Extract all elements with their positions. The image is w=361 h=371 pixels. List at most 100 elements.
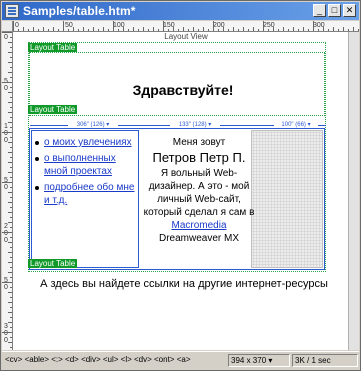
ruler-tick: [28, 29, 29, 31]
ruler-tick: [8, 342, 12, 343]
ruler-tick: [8, 202, 12, 203]
ruler-tick: [8, 102, 12, 103]
ruler-tick: [193, 27, 194, 31]
bio-cell[interactable]: Меня зовут Петров Петр П. Я вольный Web-…: [141, 136, 257, 245]
ruler-tick: [2, 182, 12, 183]
ruler-tick: [2, 332, 12, 333]
ruler-tick: [258, 29, 259, 31]
bio-text: Я вольный Web-дизайнер. А это - мой личн…: [143, 168, 255, 218]
ruler-tick: [48, 29, 49, 31]
ruler-tick: [2, 32, 12, 33]
ruler-tick: [10, 217, 12, 218]
ruler-tick: [10, 147, 12, 148]
ruler-tick: [53, 27, 54, 31]
ruler-tick: [8, 252, 12, 253]
ruler-tick: [113, 21, 114, 31]
ruler-tick: [338, 29, 339, 31]
ruler-tick: [198, 29, 199, 31]
ruler-tick: [10, 237, 12, 238]
ruler-origin[interactable]: [2, 21, 13, 32]
ruler-tick: [10, 317, 12, 318]
status-bar: <cv> <able> <:> <d> <div> <ul> <l> <dv> …: [2, 351, 359, 370]
ruler-tick: [248, 29, 249, 31]
ruler-tick: [10, 207, 12, 208]
ruler-tick: [10, 97, 12, 98]
close-button[interactable]: ✕: [343, 4, 356, 17]
ruler-tick: [10, 287, 12, 288]
ruler-number: 0: [15, 22, 19, 29]
ruler-tick: [178, 29, 179, 31]
nav-link-hobbies[interactable]: о моих увлечениях: [44, 137, 132, 148]
macromedia-link[interactable]: Macromedia: [171, 220, 226, 231]
ruler-tick: [2, 132, 12, 133]
window-controls: _ □ ✕: [311, 4, 356, 18]
document-icon: [5, 4, 19, 18]
document-window: Samples/table.htm* _ □ ✕ 0 50 100 150 20…: [0, 0, 361, 371]
ruler-tick: [10, 157, 12, 158]
greeting-heading: Здравствуйте!: [132, 82, 234, 98]
ruler-tick: [268, 29, 269, 31]
ruler-number: 0: [4, 34, 8, 41]
ruler-tick: [10, 227, 12, 228]
tag-selector[interactable]: <cv> <able> <:> <d> <div> <ul> <l> <dv> …: [5, 355, 191, 364]
ruler-tick: [108, 29, 109, 31]
ruler-tick: [8, 222, 12, 223]
ruler-tick: [228, 29, 229, 31]
ruler-tick: [23, 27, 24, 31]
ruler-tick: [158, 29, 159, 31]
vertical-scrollbar[interactable]: [348, 32, 359, 350]
layout-table-tab[interactable]: Layout Table: [28, 105, 78, 114]
window-size-popup[interactable]: 394 x 370 ▾: [228, 354, 290, 367]
nav-link-projects[interactable]: о выполненных мной проектах: [44, 153, 116, 177]
ruler-tick: [10, 297, 12, 298]
bio-name: Петров Петр П.: [152, 150, 246, 165]
nav-link-about[interactable]: подробнее обо мне и т.д.: [44, 182, 134, 206]
vertical-ruler[interactable]: 0 5 0 1 0 0 5 0 2 0 0 5 0 3 0 0: [2, 32, 13, 350]
download-size: 3K / 1 sec: [292, 354, 358, 367]
maximize-button[interactable]: □: [328, 4, 341, 17]
ruler-tick: [168, 29, 169, 31]
ruler-tick: [288, 29, 289, 31]
ruler-tick: [8, 62, 12, 63]
ruler-tick: [348, 29, 349, 31]
horizontal-ruler[interactable]: 0 50 100 150 200 250 300: [13, 21, 359, 32]
ruler-tick: [188, 29, 189, 31]
ruler-tick: [10, 57, 12, 58]
ruler-tick: [8, 272, 12, 273]
ruler-tick: [163, 21, 164, 31]
ruler-tick: [10, 37, 12, 38]
ruler-tick: [8, 212, 12, 213]
ruler-number: 1: [4, 123, 8, 130]
empty-gray-cell[interactable]: [251, 130, 323, 268]
bio-product: Dreamweaver MX: [158, 233, 240, 244]
ruler-tick: [10, 117, 12, 118]
title-bar[interactable]: Samples/table.htm* _ □ ✕: [2, 2, 359, 20]
ruler-tick: [63, 21, 64, 31]
layout-table-tab[interactable]: Layout Table: [28, 43, 78, 52]
ruler-tick: [203, 27, 204, 31]
list-item: подробнее обо мне и т.д.: [35, 181, 137, 207]
ruler-tick: [2, 82, 12, 83]
ruler-tick: [93, 27, 94, 31]
ruler-tick: [118, 29, 119, 31]
ruler-tick: [8, 292, 12, 293]
ruler-number: 0: [4, 85, 8, 92]
ruler-tick: [10, 87, 12, 88]
minimize-button[interactable]: _: [313, 4, 326, 17]
ruler-tick: [10, 137, 12, 138]
ruler-tick: [8, 122, 12, 123]
ruler-tick: [10, 257, 12, 258]
ruler-tick: [33, 27, 34, 31]
window-title: Samples/table.htm*: [23, 4, 136, 18]
ruler-tick: [58, 29, 59, 31]
ruler-tick: [8, 312, 12, 313]
ruler-tick: [173, 27, 174, 31]
ruler-tick: [10, 77, 12, 78]
ruler-tick: [38, 29, 39, 31]
ruler-tick: [8, 52, 12, 53]
design-canvas[interactable]: Layout View Layout Table Здравствуйте! L…: [13, 32, 359, 350]
ruler-tick: [10, 47, 12, 48]
ruler-tick: [13, 21, 14, 31]
ruler-tick: [333, 27, 334, 31]
layout-table-tab[interactable]: Layout Table: [28, 259, 78, 268]
